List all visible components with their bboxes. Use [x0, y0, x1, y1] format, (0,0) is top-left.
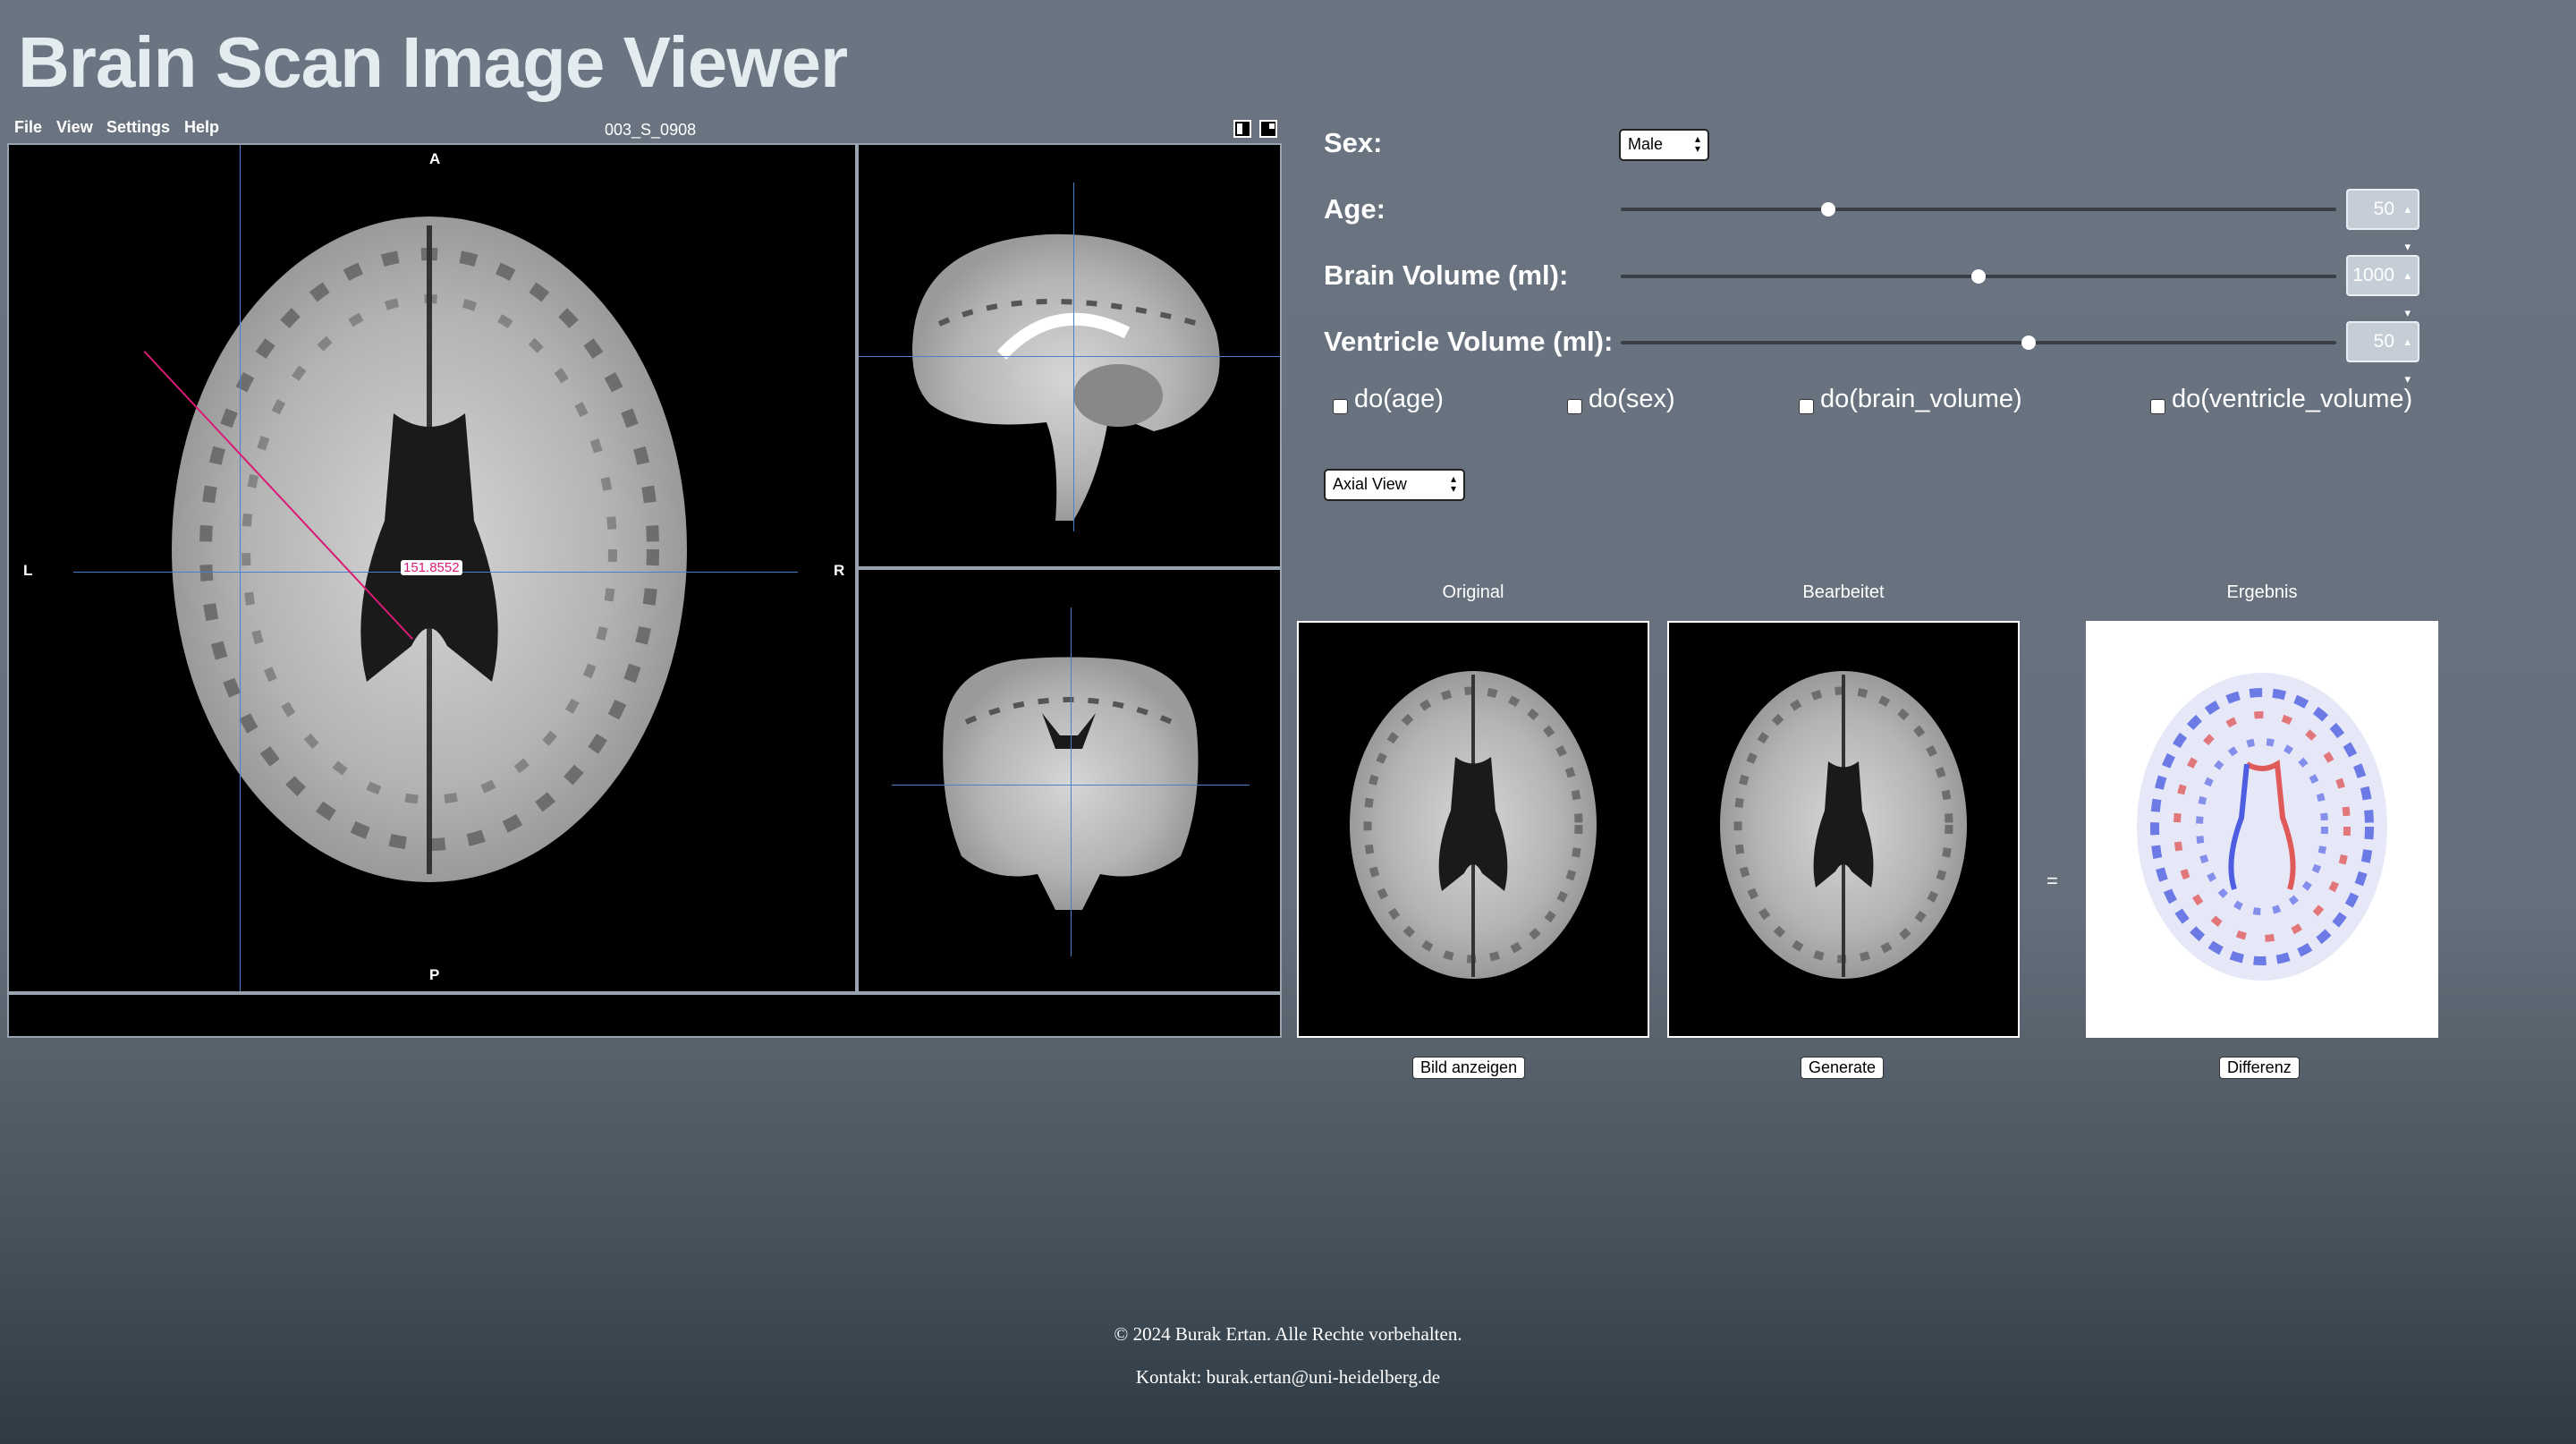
- ventricle-volume-number-input[interactable]: 50 ▴ ▾: [2346, 321, 2419, 386]
- edited-caption: Bearbeitet: [1802, 582, 1885, 602]
- crosshair-vertical: [1071, 607, 1072, 956]
- age-slider-thumb[interactable]: [1821, 202, 1835, 217]
- do-brain-volume-checkbox[interactable]: [1799, 399, 1814, 414]
- brain-volume-slider[interactable]: [1621, 269, 2336, 284]
- view-select-value: Axial View: [1333, 475, 1407, 493]
- brain-volume-slider-thumb[interactable]: [1971, 269, 1986, 284]
- age-value: 50: [2373, 199, 2394, 219]
- edited-image: [1667, 621, 2020, 1038]
- sex-label: Sex:: [1324, 127, 1383, 158]
- viewer-menubar: File View Settings Help 003_S_0908: [7, 116, 1282, 143]
- menu-view[interactable]: View: [56, 118, 93, 137]
- single-view-icon[interactable]: [1233, 120, 1251, 138]
- brain-volume-value: 1000: [2352, 265, 2394, 285]
- orientation-right: R: [834, 562, 845, 579]
- equals-sign: =: [2046, 870, 2058, 892]
- measurement-label: 151.8552: [401, 560, 462, 575]
- ventricle-volume-value: 50: [2373, 331, 2394, 352]
- page-title: Brain Scan Image Viewer: [18, 22, 848, 102]
- do-sex-label: do(sex): [1589, 385, 1675, 413]
- axial-panel[interactable]: A P L R 151.8552: [7, 143, 857, 993]
- brain-volume-number-input[interactable]: 1000 ▴ ▾: [2346, 255, 2419, 319]
- select-arrows-icon: ▴ ▾: [1694, 132, 1700, 155]
- scan-filename: 003_S_0908: [605, 121, 697, 139]
- show-image-button[interactable]: Bild anzeigen: [1412, 1057, 1526, 1079]
- crosshair-vertical: [240, 145, 241, 991]
- multi-view-icon[interactable]: [1259, 120, 1277, 138]
- coronal-panel[interactable]: [857, 568, 1282, 993]
- do-brain-volume-label: do(brain_volume): [1820, 385, 2022, 413]
- brain-volume-label: Brain Volume (ml):: [1324, 259, 1569, 291]
- do-age-label: do(age): [1354, 385, 1444, 413]
- crosshair-horizontal: [892, 785, 1250, 786]
- edited-brain-image: [1720, 671, 1967, 979]
- orientation-bottom: P: [429, 966, 440, 983]
- result-caption: Ergebnis: [2226, 582, 2298, 602]
- do-sex-checkbox[interactable]: [1567, 399, 1582, 414]
- crosshair-vertical: [1073, 183, 1074, 531]
- difference-map-image: [2137, 673, 2387, 981]
- view-select[interactable]: Axial View ▴ ▾: [1324, 469, 1465, 501]
- result-image: [2086, 621, 2438, 1038]
- image-viewer: File View Settings Help 003_S_0908 A P L…: [7, 116, 1282, 1038]
- age-number-input[interactable]: 50 ▴ ▾: [2346, 189, 2419, 253]
- ventricle-volume-slider[interactable]: [1621, 336, 2336, 350]
- menu-help[interactable]: Help: [184, 118, 219, 137]
- age-label: Age:: [1324, 193, 1385, 225]
- original-brain-image: [1350, 671, 1597, 979]
- crosshair-horizontal: [859, 356, 1280, 357]
- original-image: [1297, 621, 1649, 1038]
- sex-select[interactable]: Male ▴ ▾: [1619, 129, 1709, 161]
- ventricle-volume-label: Ventricle Volume (ml):: [1324, 326, 1614, 357]
- sagittal-panel[interactable]: [857, 143, 1282, 568]
- do-ventricle-volume-label: do(ventricle_volume): [2172, 385, 2413, 413]
- orientation-top: A: [429, 150, 441, 167]
- age-slider[interactable]: [1621, 202, 2336, 217]
- footer-contact: Kontakt: burak.ertan@uni-heidelberg.de: [1135, 1366, 1441, 1388]
- menu-file[interactable]: File: [14, 118, 42, 137]
- do-age-checkbox[interactable]: [1333, 399, 1348, 414]
- footer-copyright: © 2024 Burak Ertan. Alle Rechte vorbehal…: [1114, 1323, 1462, 1345]
- select-arrows-icon: ▴ ▾: [1450, 472, 1456, 495]
- orientation-left: L: [23, 562, 33, 579]
- viewer-status-bar: [7, 993, 1282, 1038]
- coronal-brain-slice: [943, 657, 1199, 910]
- menu-settings[interactable]: Settings: [106, 118, 170, 137]
- sex-select-value: Male: [1628, 135, 1664, 153]
- difference-button[interactable]: Differenz: [2219, 1057, 2300, 1079]
- do-ventricle-volume-checkbox[interactable]: [2150, 399, 2165, 414]
- generate-button[interactable]: Generate: [1801, 1057, 1885, 1079]
- ventricle-volume-slider-thumb[interactable]: [2021, 336, 2036, 350]
- original-caption: Original: [1442, 582, 1504, 602]
